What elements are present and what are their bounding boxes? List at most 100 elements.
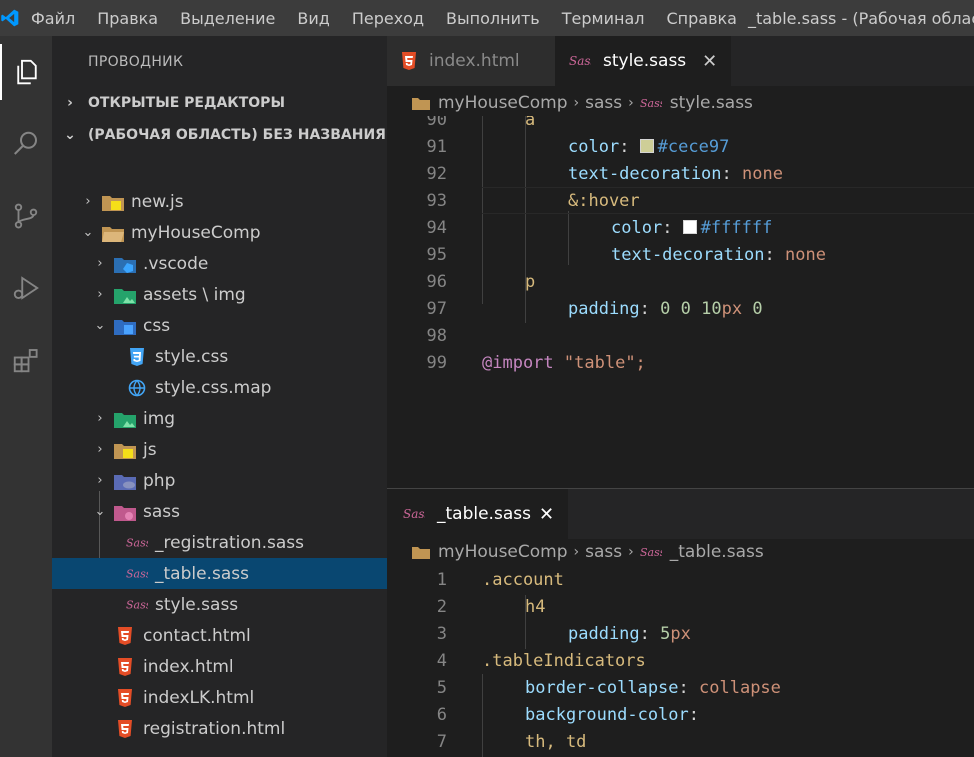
tree-item[interactable]: Sass style.sass [52,589,387,620]
html-file-icon [114,657,136,677]
tab-table-sass[interactable]: Sass _table.sass ✕ [387,489,569,539]
html-file-icon [401,52,417,70]
menu-terminal[interactable]: Терминал [551,9,656,28]
tree-item[interactable]: Sass _table.sass [52,558,387,589]
sass-file-icon: Sass [126,595,148,615]
code-text: .tableIndicators [482,650,646,671]
chevron-right-icon: › [97,287,103,302]
code-line: 2 h4 [387,593,974,620]
code-line: 94 color: #ffffff [387,214,974,241]
chevron-down-icon: ⌄ [94,318,106,333]
tab-label: index.html [429,51,520,71]
code-text: padding: 5px [568,623,691,644]
tab-style-sass[interactable]: Sass style.sass ✕ [555,36,732,86]
code-line: 3 padding: 5px [387,620,974,647]
source-control-icon[interactable] [0,188,52,244]
html-file-icon [114,626,136,646]
code-line: 4 .tableIndicators [387,647,974,674]
menu-go[interactable]: Переход [341,9,435,28]
folder-icon [412,545,430,559]
code-text: text-decoration: none [568,163,783,184]
color-swatch[interactable] [639,138,654,153]
tree-item[interactable]: › js [52,434,387,465]
sass-file-icon: Sass [126,564,148,584]
tree-item[interactable]: style.css [52,341,387,372]
tree-item-label: style.css.map [155,377,272,398]
tree-item[interactable]: › php [52,465,387,496]
html-file-icon [114,719,136,739]
line-number: 7 [436,731,447,752]
code-line: 92 text-decoration: none [387,160,974,187]
tree-item[interactable]: › .vscode [52,248,387,279]
menu-edit[interactable]: Правка [86,9,169,28]
code-editor-bottom[interactable]: 1 .account 2 h4 3 padding: 5px 4 .tableIndicato… [387,565,974,757]
explorer-icon[interactable] [0,44,52,100]
code-line: 6 background-color: [387,701,974,728]
indent-guide [482,674,483,757]
breadcrumb-item[interactable]: sass [585,542,622,562]
tree-item-label: sass [143,501,180,522]
tree-item[interactable]: ⌄ css [52,310,387,341]
html-file-icon [114,688,136,708]
code-text: th, td [525,731,587,752]
close-icon[interactable]: ✕ [539,504,554,525]
line-number: 97 [426,298,447,319]
tree-item[interactable]: style.css.map [52,372,387,403]
tree-item[interactable]: › assets \ img [52,279,387,310]
line-number: 93 [426,190,447,211]
tree-item[interactable]: indexLK.html [52,682,387,713]
search-icon[interactable] [0,116,52,172]
chevron-right-icon: › [85,194,91,209]
open-editors-label: ОТКРЫТЫЕ РЕДАКТОРЫ [88,95,285,111]
code-text: a [525,116,536,130]
line-number: 2 [436,596,447,617]
tree-item-label: img [143,408,176,429]
line-number: 95 [426,244,447,265]
menu-view[interactable]: Вид [286,9,340,28]
tree-item-label: myHouseComp [131,222,261,243]
tree-item[interactable]: ⌄ sass [52,496,387,527]
tree-item-label: registration.html [143,718,286,739]
folder-css-icon [114,316,136,336]
menu-file[interactable]: Файл [20,9,86,28]
menu-run[interactable]: Выполнить [435,9,551,28]
css-file-icon [126,347,148,367]
chevron-right-icon: › [573,544,580,560]
tree-item[interactable]: index.html [52,651,387,682]
code-line: 95 text-decoration: none [387,241,974,268]
tree-item-label: css [143,315,171,336]
explorer-sidebar: ПРОВОДНИК › ОТКРЫТЫЕ РЕДАКТОРЫ ⌄ (РАБОЧА… [52,36,387,757]
code-line: 7 th, td [387,728,974,755]
tab-index-html[interactable]: index.html [387,36,555,86]
code-editor-top[interactable]: 90 a 91 color: #cece97 92 text-decoration: no… [387,116,974,488]
breadcrumb-item[interactable]: style.sass [670,93,753,113]
menu-help[interactable]: Справка [655,9,748,28]
tree-item[interactable]: Sass _registration.sass [52,527,387,558]
tree-item[interactable]: › new.js [52,186,387,217]
tree-item[interactable]: ⌄ myHouseComp [52,217,387,248]
tree-item[interactable]: registration.html [52,713,387,744]
run-debug-icon[interactable] [0,260,52,316]
svg-text:Sass: Sass [640,546,662,559]
workspace-label: (РАБОЧАЯ ОБЛАСТЬ) БЕЗ НАЗВАНИЯ [88,127,386,143]
breadcrumb-item[interactable]: _table.sass [670,542,764,562]
workspace-section[interactable]: ⌄ (РАБОЧАЯ ОБЛАСТЬ) БЕЗ НАЗВАНИЯ [52,121,387,149]
breadcrumb-item[interactable]: sass [585,93,622,113]
menu-selection[interactable]: Выделение [169,9,286,28]
tree-item[interactable]: › img [52,403,387,434]
breadcrumb-bottom: myHouseComp › sass › Sass _table.sass [387,539,974,565]
folder-sass-icon [114,502,136,522]
close-icon[interactable]: ✕ [702,51,717,72]
extensions-icon[interactable] [0,332,52,388]
tree-item-label: js [143,439,157,460]
code-text: @import "table"; [482,352,646,373]
breadcrumb-item[interactable]: myHouseComp [438,542,568,562]
tree-item-label: _registration.sass [155,532,304,553]
svg-text:Sass: Sass [569,54,591,68]
color-swatch[interactable] [682,219,697,234]
open-editors-section[interactable]: › ОТКРЫТЫЕ РЕДАКТОРЫ [52,89,387,117]
folder-open-icon [102,223,124,243]
tree-item[interactable]: contact.html [52,620,387,651]
breadcrumb-item[interactable]: myHouseComp [438,93,568,113]
line-number: 91 [426,136,447,157]
